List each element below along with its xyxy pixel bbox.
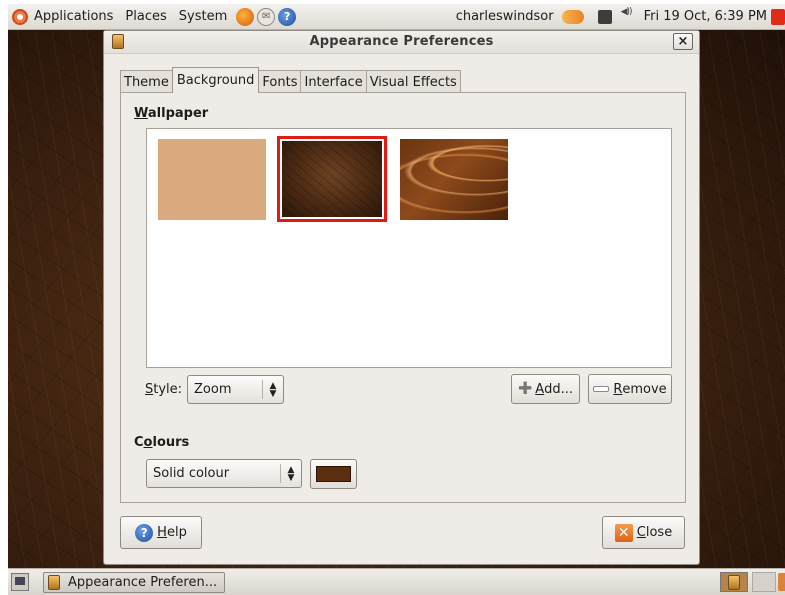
add-label-text: dd... [544,381,574,397]
ubuntu-logo-icon[interactable] [12,8,28,25]
add-wallpaper-button[interactable]: ✚ Add... [511,374,580,404]
help-button[interactable]: ? Help [120,516,202,549]
firefox-launcher-icon[interactable] [236,7,255,26]
update-notifier-icon[interactable] [561,9,584,24]
menu-places[interactable]: Places [125,9,166,24]
menu-system[interactable]: System [179,9,227,24]
quit-icon[interactable] [771,8,785,25]
wallpaper-thumbnail-grunge [282,141,382,217]
close-button[interactable]: ✕ Close [602,516,685,549]
taskbar-appearance-preferences[interactable]: Appearance Preferen... [43,571,225,593]
close-icon: ✕ [614,523,633,542]
wallpaper-list[interactable] [146,128,672,368]
wallpaper-thumbnail-swirl[interactable] [400,139,508,220]
taskbar-label: Appearance Preferen... [68,574,218,590]
workspace-app-icon [728,574,740,590]
remove-wallpaper-button[interactable]: Remove [588,374,672,404]
window-title: Appearance Preferences [309,34,494,49]
window-titlebar[interactable]: Appearance Preferences × [104,31,699,54]
help-label-text: elp [166,525,187,540]
bottom-panel: Appearance Preferen... [8,568,785,595]
close-mnemonic: C [636,525,646,540]
workspace-switcher-2[interactable] [752,572,776,592]
user-switcher[interactable]: charleswindsor [456,9,554,24]
mail-launcher-icon[interactable]: ✉ [257,7,276,26]
updown-arrows-icon: ▲ ▼ [269,380,277,399]
help-launcher-icon[interactable]: ? [278,7,297,26]
remove-mnemonic: R [613,381,623,397]
wallpaper-thumbnail-selected[interactable] [277,136,387,222]
volume-icon[interactable] [621,7,640,24]
colours-heading-c: C [134,435,144,450]
wallpaper-heading-mnemonic: W [134,106,148,121]
window-close-button[interactable]: × [673,33,693,50]
style-combo[interactable]: Zoom ▲ ▼ [187,375,284,404]
network-icon[interactable] [597,9,612,24]
close-label-text: lose [645,525,673,540]
show-desktop-icon[interactable] [11,573,29,591]
help-icon: ? [135,523,154,542]
trash-icon[interactable] [778,573,785,591]
colour-picker-button[interactable] [310,459,357,489]
add-mnemonic: A [535,381,545,397]
remove-icon [593,386,610,392]
wallpaper-thumbnail-plain[interactable] [158,139,266,220]
updown-arrows-icon: ▲ ▼ [287,464,295,483]
style-label-text: tyle: [153,382,183,397]
tab-visual-effects[interactable]: Visual Effects [365,70,461,93]
menu-applications[interactable]: Applications [34,9,113,24]
wallpaper-heading: Wallpaper [134,106,208,121]
tab-bar: Theme Background Fonts Interface Visual … [120,67,461,93]
colour-mode-value: Solid colour [153,466,230,481]
remove-label-text: emove [622,381,667,397]
clock[interactable]: Fri 19 Oct, 6:39 PM [644,9,767,24]
background-tab-panel: Wallpaper Style: Zoom ▲ ▼ ✚ Add... Remove… [120,92,686,503]
colours-heading: Colours [134,435,189,450]
top-panel: Applications Places System ✉ ? charleswi… [8,4,785,30]
appearance-preferences-window: Appearance Preferences × Theme Backgroun… [103,30,700,565]
colour-swatch [316,466,351,482]
workspace-switcher-1[interactable] [720,572,748,592]
add-icon: ✚ [517,378,533,399]
wallpaper-heading-text: allpaper [147,106,209,121]
style-combo-value: Zoom [194,382,232,397]
style-label: Style: [145,382,182,397]
colour-mode-combo[interactable]: Solid colour ▲ ▼ [146,459,302,488]
tab-fonts[interactable]: Fonts [258,70,302,93]
tab-theme[interactable]: Theme [120,70,173,93]
colours-heading-text: lours [152,435,190,450]
tab-background[interactable]: Background [171,67,260,93]
tab-interface[interactable]: Interface [300,70,367,93]
help-mnemonic: H [157,525,167,540]
taskbar-app-icon [48,574,60,590]
